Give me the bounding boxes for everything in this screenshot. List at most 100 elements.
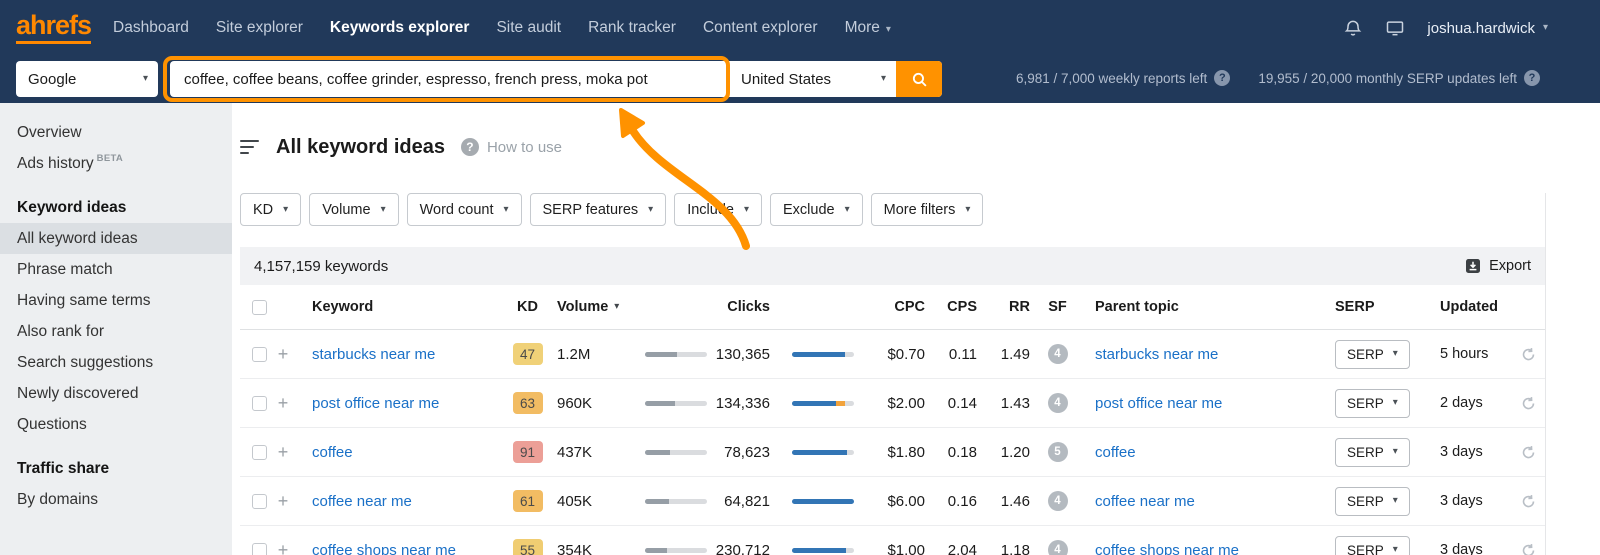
sidebar: OverviewAds historyBETAKeyword ideasAll … [0,103,232,555]
filter-more-filters[interactable]: More filters▾ [871,193,984,226]
beta-badge: BETA [97,153,123,164]
col-rr[interactable]: RR [980,285,1035,329]
add-keyword-icon[interactable]: + [278,345,289,363]
sidebar-item-newly-discovered[interactable]: Newly discovered [0,378,232,409]
filter-volume[interactable]: Volume▾ [309,193,398,226]
serp-dropdown-button[interactable]: SERP▾ [1335,340,1410,369]
col-volume[interactable]: Volume▾ [550,285,640,329]
keyword-query-input[interactable]: coffee, coffee beans, coffee grinder, es… [170,61,726,97]
refresh-icon[interactable] [1521,494,1536,509]
how-to-use-link[interactable]: ? How to use [461,138,562,156]
chevron-down-icon: ▾ [283,205,288,215]
clicks-bar [792,548,854,553]
filter-serp-features[interactable]: SERP features▾ [530,193,667,226]
kd-badge: 63 [513,392,543,414]
country-select[interactable]: United States ▾ [726,61,896,97]
nav-item-content-explorer[interactable]: Content explorer [703,19,818,37]
row-checkbox[interactable] [252,347,267,362]
volume-value: 1.2M [550,330,640,378]
refresh-icon[interactable] [1521,445,1536,460]
filter-exclude[interactable]: Exclude▾ [770,193,863,226]
search-engine-select[interactable]: Google ▾ [16,61,158,97]
serp-features-count-badge: 4 [1048,344,1068,364]
parent-topic-link[interactable]: coffee shops near me [1095,542,1239,555]
filter-kd[interactable]: KD▾ [240,193,301,226]
ahrefs-logo[interactable]: ahrefs [16,12,91,44]
refresh-icon[interactable] [1521,347,1536,362]
clicks-value: 230,712 [710,526,775,555]
sidebar-item-all-keyword-ideas[interactable]: All keyword ideas [0,223,232,254]
sidebar-item-having-same-terms[interactable]: Having same terms [0,285,232,316]
sidebar-item-phrase-match[interactable]: Phrase match [0,254,232,285]
sidebar-item-by-domains[interactable]: By domains [0,484,232,515]
keyword-link[interactable]: starbucks near me [312,346,435,363]
col-clicks[interactable]: Clicks [710,285,775,329]
monitor-icon[interactable] [1385,18,1405,38]
row-checkbox[interactable] [252,445,267,460]
parent-topic-link[interactable]: coffee near me [1095,493,1195,510]
refresh-icon[interactable] [1521,396,1536,411]
kd-badge: 91 [513,441,543,463]
export-button[interactable]: Export [1465,258,1531,274]
search-button[interactable] [896,61,942,97]
sidebar-item-also-rank-for[interactable]: Also rank for [0,316,232,347]
keyword-link[interactable]: coffee [312,444,353,461]
help-icon[interactable]: ? [1214,70,1230,86]
select-all-checkbox[interactable] [252,300,267,315]
serp-dropdown-button[interactable]: SERP▾ [1335,536,1410,555]
col-keyword[interactable]: Keyword [296,285,505,329]
chevron-down-icon: ▾ [744,205,749,215]
volume-value: 960K [550,379,640,427]
add-keyword-icon[interactable]: + [278,492,289,510]
keyword-link[interactable]: post office near me [312,395,439,412]
col-kd[interactable]: KD [505,285,550,329]
refresh-icon[interactable] [1521,543,1536,555]
filter-word-count[interactable]: Word count▾ [407,193,522,226]
col-parent-topic[interactable]: Parent topic [1080,285,1330,329]
col-sf[interactable]: SF [1035,285,1080,329]
volume-bar [645,352,707,357]
add-keyword-icon[interactable]: + [278,394,289,412]
weekly-reports-quota: 6,981 / 7,000 weekly reports left ? [1016,70,1230,86]
row-checkbox[interactable] [252,543,267,555]
col-cpc[interactable]: CPC [870,285,930,329]
parent-topic-link[interactable]: post office near me [1095,395,1222,412]
serp-dropdown-button[interactable]: SERP▾ [1335,389,1410,418]
serp-dropdown-button[interactable]: SERP▾ [1335,438,1410,467]
usage-quota: 6,981 / 7,000 weekly reports left ? 19,9… [1016,61,1540,86]
parent-topic-link[interactable]: starbucks near me [1095,346,1218,363]
row-checkbox[interactable] [252,494,267,509]
serp-dropdown-button[interactable]: SERP▾ [1335,487,1410,516]
sidebar-item-overview[interactable]: Overview [0,117,232,148]
filter-include[interactable]: Include▾ [674,193,762,226]
serp-features-count-badge: 5 [1048,442,1068,462]
notifications-bell-icon[interactable] [1343,18,1363,38]
nav-item-keywords-explorer[interactable]: Keywords explorer [330,19,470,37]
col-cps[interactable]: CPS [930,285,980,329]
add-keyword-icon[interactable]: + [278,541,289,555]
nav-item-site-audit[interactable]: Site audit [496,19,561,37]
nav-item-rank-tracker[interactable]: Rank tracker [588,19,676,37]
cps-value: 0.18 [930,428,980,476]
chevron-down-icon: ▾ [381,205,386,215]
user-account-menu[interactable]: joshua.hardwick ▾ [1427,20,1548,37]
nav-item-more[interactable]: More▾ [845,19,891,37]
col-updated[interactable]: Updated [1430,285,1510,329]
updated-value: 2 days [1430,379,1510,427]
kd-badge: 55 [513,539,543,555]
parent-topic-link[interactable]: coffee [1095,444,1136,461]
help-icon[interactable]: ? [1524,70,1540,86]
add-keyword-icon[interactable]: + [278,443,289,461]
list-toggle-icon[interactable] [240,140,260,155]
row-checkbox[interactable] [252,396,267,411]
keyword-link[interactable]: coffee near me [312,493,412,510]
sidebar-item-questions[interactable]: Questions [0,409,232,440]
nav-item-dashboard[interactable]: Dashboard [113,19,189,37]
keyword-link[interactable]: coffee shops near me [312,542,456,555]
sidebar-item-ads-history[interactable]: Ads historyBETA [0,148,232,179]
nav-item-site-explorer[interactable]: Site explorer [216,19,303,37]
col-serp[interactable]: SERP [1330,285,1430,329]
cpc-value: $1.00 [870,526,930,555]
sidebar-item-search-suggestions[interactable]: Search suggestions [0,347,232,378]
chevron-down-icon: ▾ [1393,349,1398,359]
